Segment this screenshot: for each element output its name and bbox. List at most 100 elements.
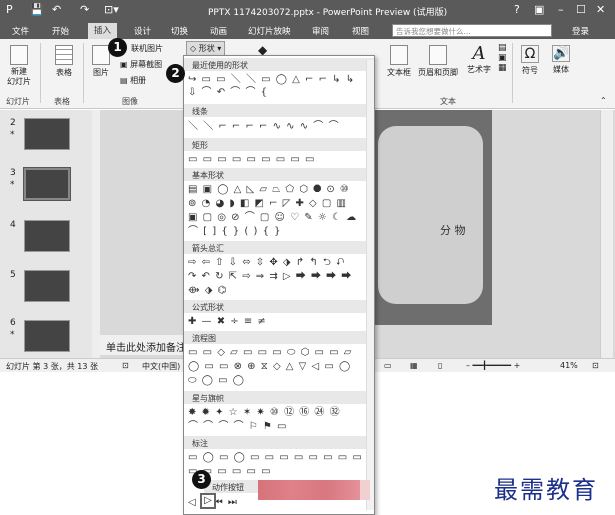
minimize-button[interactable]: – xyxy=(558,3,564,16)
omega-icon: Ω xyxy=(521,45,539,63)
customize-qat-icon[interactable]: ⊡▾ xyxy=(104,4,119,16)
shape-row[interactable]: ⇩ ⌒ ↶ ⌒ ⌒ { xyxy=(188,86,372,99)
section-callouts: 标注 xyxy=(184,436,374,449)
text-more-icon[interactable]: ▤ ▣ ▦ xyxy=(498,43,507,73)
tab-review[interactable]: 审阅 xyxy=(312,25,329,37)
shape-row[interactable]: ▭ ▭ ▭ ▭ ▭ ▭ ▭ ▭ ▭ xyxy=(188,153,372,166)
slide-thumbnail-6[interactable] xyxy=(24,320,70,352)
shape-row[interactable]: ▤ ▣ ◯ △ ◺ ▱ ⏢ ⬠ ⬡ ⯃ ⊙ ⑩ xyxy=(188,183,372,196)
shape-row[interactable]: ↷ ↶ ↻ ⇱ ⇨ ⇒ ⇉ ▷ ⮕ ⮕ ⮕ ⮕ xyxy=(188,270,372,283)
album-button[interactable]: ▤ 相册 xyxy=(120,75,146,86)
thumbnail-pane: 2 * 3 * 4 5 6 * xyxy=(0,110,100,358)
group-images-label: 图像 xyxy=(122,97,138,106)
notes-placeholder[interactable]: 单击此处添加备注 xyxy=(100,335,190,355)
slide-thumbnail-3[interactable] xyxy=(23,167,71,201)
tab-home[interactable]: 开始 xyxy=(52,25,69,37)
undo-icon[interactable]: ↶ xyxy=(52,4,61,16)
action-button-forward[interactable]: ▷ xyxy=(200,493,216,509)
step-badge-3: 3 xyxy=(192,470,211,489)
canvas-scrollbar[interactable] xyxy=(600,110,613,358)
shape-row[interactable]: ✸ ✹ ✦ ☆ ✶ ✷ ⑩ ⑫ ⑯ ㉔ ㉜ xyxy=(188,406,372,419)
reading-view-icon[interactable]: ▯ xyxy=(438,361,442,370)
app-icon: P xyxy=(6,3,13,16)
section-recent: 最近使用的形状 xyxy=(184,58,374,71)
tab-view[interactable]: 视图 xyxy=(352,25,369,37)
slide-thumbnail-4[interactable] xyxy=(24,220,70,252)
tab-file[interactable]: 文件 xyxy=(12,25,29,37)
shape-row[interactable]: ⌒ [ ] { } ( ) { } xyxy=(188,225,372,238)
thumb-number: 3 xyxy=(10,168,16,178)
shape-row[interactable]: ▭ ◯ ▭ ◯ ▭ ▭ ▭ ▭ ▭ ▭ ▭ ▭ xyxy=(188,451,372,464)
shape-row[interactable]: ▣ ▢ ◎ ⊘ ⌒ ▢ ☺ ♡ ✎ ☼ ☾ ☁ xyxy=(188,211,372,224)
sorter-view-icon[interactable]: ▦ xyxy=(410,361,418,370)
normal-view-icon[interactable]: ▭ xyxy=(384,361,392,370)
shape-row[interactable]: ↪ ▭ ▭ ＼ ＼ ▭ ◯ △ ⌐ ⌐ ↳ ↳ xyxy=(188,73,372,86)
zoom-slider[interactable]: – ━━╋━━━━━ + xyxy=(466,361,520,370)
shape-row[interactable]: ⌒ ⌒ ⌒ ⌒ ⚐ ⚑ ▭ xyxy=(188,420,372,433)
shape-row[interactable]: ⟴ ⬗ ⌬ xyxy=(188,284,372,297)
shape-row[interactable]: ⬭ ◯ ▭ ◯ xyxy=(188,374,372,387)
tab-design[interactable]: 设计 xyxy=(134,25,151,37)
textbox-icon xyxy=(390,45,408,65)
picture-label: 图片 xyxy=(93,68,109,77)
slide-thumbnail-5[interactable] xyxy=(24,270,70,302)
section-flowchart: 流程图 xyxy=(184,331,374,344)
shapes-menu-scrollbar[interactable] xyxy=(366,60,374,510)
language[interactable]: 中文(中国) xyxy=(142,361,180,372)
search-input[interactable]: 告诉我您想要做什么... xyxy=(392,24,552,37)
table-button[interactable]: 表格 xyxy=(50,45,78,78)
spell-check-icon[interactable]: ⊡ xyxy=(122,361,129,370)
title-bar: P 💾 ↶ ↷ ⊡▾ PPTX 1174203072.pptx - PowerP… xyxy=(0,0,615,22)
shape-row[interactable]: ✚ — ✖ ÷ ≡ ≠ xyxy=(188,315,372,328)
media-button[interactable]: 🔊 媒体 xyxy=(548,45,574,75)
login-link[interactable]: 登录 xyxy=(572,25,589,37)
zoom-level[interactable]: 41% xyxy=(560,361,578,370)
section-basic: 基本形状 xyxy=(184,168,374,181)
shape-row[interactable]: ⊚ ◔ ◕ ◗ ◧ ◩ ⌐ ◸ ✚ ◇ ▢ ▥ xyxy=(188,197,372,210)
tab-animations[interactable]: 动画 xyxy=(210,25,227,37)
thumb-number: 6 xyxy=(10,318,16,328)
maximize-button[interactable]: ☐ xyxy=(576,3,586,16)
redo-icon[interactable]: ↷ xyxy=(80,4,89,16)
shape-row[interactable]: ▭ ▭ ▭ ▭ ▭ ▭ xyxy=(188,465,372,478)
screenshot-button[interactable]: ▣ 屏幕截图 xyxy=(120,59,162,70)
album-icon: ▤ xyxy=(120,76,131,85)
album-label: 相册 xyxy=(130,76,147,85)
shape-row[interactable]: ▭ ▭ ◇ ▱ ▭ ▭ ▭ ⬭ ⬡ ▭ ▭ ▱ xyxy=(188,346,372,359)
screenshot-label: 屏幕截图 xyxy=(130,60,163,69)
tab-insert[interactable]: 插入 xyxy=(88,23,118,39)
thumbnail-scrollbar[interactable] xyxy=(92,110,100,358)
section-equation: 公式形状 xyxy=(184,300,374,313)
new-slide-button[interactable]: 新建 幻灯片 xyxy=(4,45,34,87)
group-tables-label: 表格 xyxy=(54,97,70,106)
tab-transitions[interactable]: 切换 xyxy=(171,25,188,37)
tab-slideshow[interactable]: 幻灯片放映 xyxy=(248,25,291,37)
blurred-region-edge xyxy=(360,480,370,500)
textbox-button[interactable]: 文本框 xyxy=(386,45,412,78)
help-icon[interactable]: ? xyxy=(514,3,520,16)
section-arrows: 箭头总汇 xyxy=(184,241,374,254)
wordart-button[interactable]: A 艺术字 xyxy=(464,43,494,75)
shapes-button[interactable]: ◇ 形状 ▾ xyxy=(186,41,226,56)
thumb-star: * xyxy=(10,330,15,340)
shape-row[interactable]: ＼ ＼ ⌐ ⌐ ⌐ ⌐ ∿ ∿ ∿ ⌒ ⌒ xyxy=(188,120,372,133)
header-footer-button[interactable]: 页眉和页脚 xyxy=(416,45,460,78)
thumb-number: 4 xyxy=(10,220,16,230)
slide-title-text[interactable]: 分 物 xyxy=(440,222,466,238)
close-button[interactable]: ✕ xyxy=(596,3,605,16)
save-icon[interactable]: 💾 xyxy=(30,4,44,16)
ribbon-display-icon[interactable]: ▣ xyxy=(534,3,544,16)
symbol-button[interactable]: Ω 符号 xyxy=(518,45,542,76)
shapes-menu: 最近使用的形状 ↪ ▭ ▭ ＼ ＼ ▭ ◯ △ ⌐ ⌐ ↳ ↳ ⇩ ⌒ ↶ ⌒ … xyxy=(183,55,375,515)
step-badge-1: 1 xyxy=(108,38,127,57)
slide-thumbnail-2[interactable] xyxy=(24,118,70,150)
symbol-label: 符号 xyxy=(522,66,538,75)
section-lines: 线条 xyxy=(184,104,374,117)
ribbon-tabs: 文件 开始 插入 设计 切换 动画 幻灯片放映 审阅 视图 告诉我您想要做什么.… xyxy=(0,22,615,39)
shape-row[interactable]: ⇨ ⇦ ⇧ ⇩ ⬄ ⇳ ✥ ⬗ ↱ ↰ ⮌ ⮏ xyxy=(188,256,372,269)
slide-frame xyxy=(378,126,483,304)
fit-slide-icon[interactable]: ⊡ xyxy=(592,361,599,370)
collapse-ribbon-icon[interactable]: ⌃ xyxy=(600,96,607,105)
media-label: 媒体 xyxy=(553,65,569,74)
shape-row[interactable]: ◯ ▭ ▭ ⊗ ⊕ ⧖ ◇ △ ▽ ◁ ▭ ◯ xyxy=(188,360,372,373)
